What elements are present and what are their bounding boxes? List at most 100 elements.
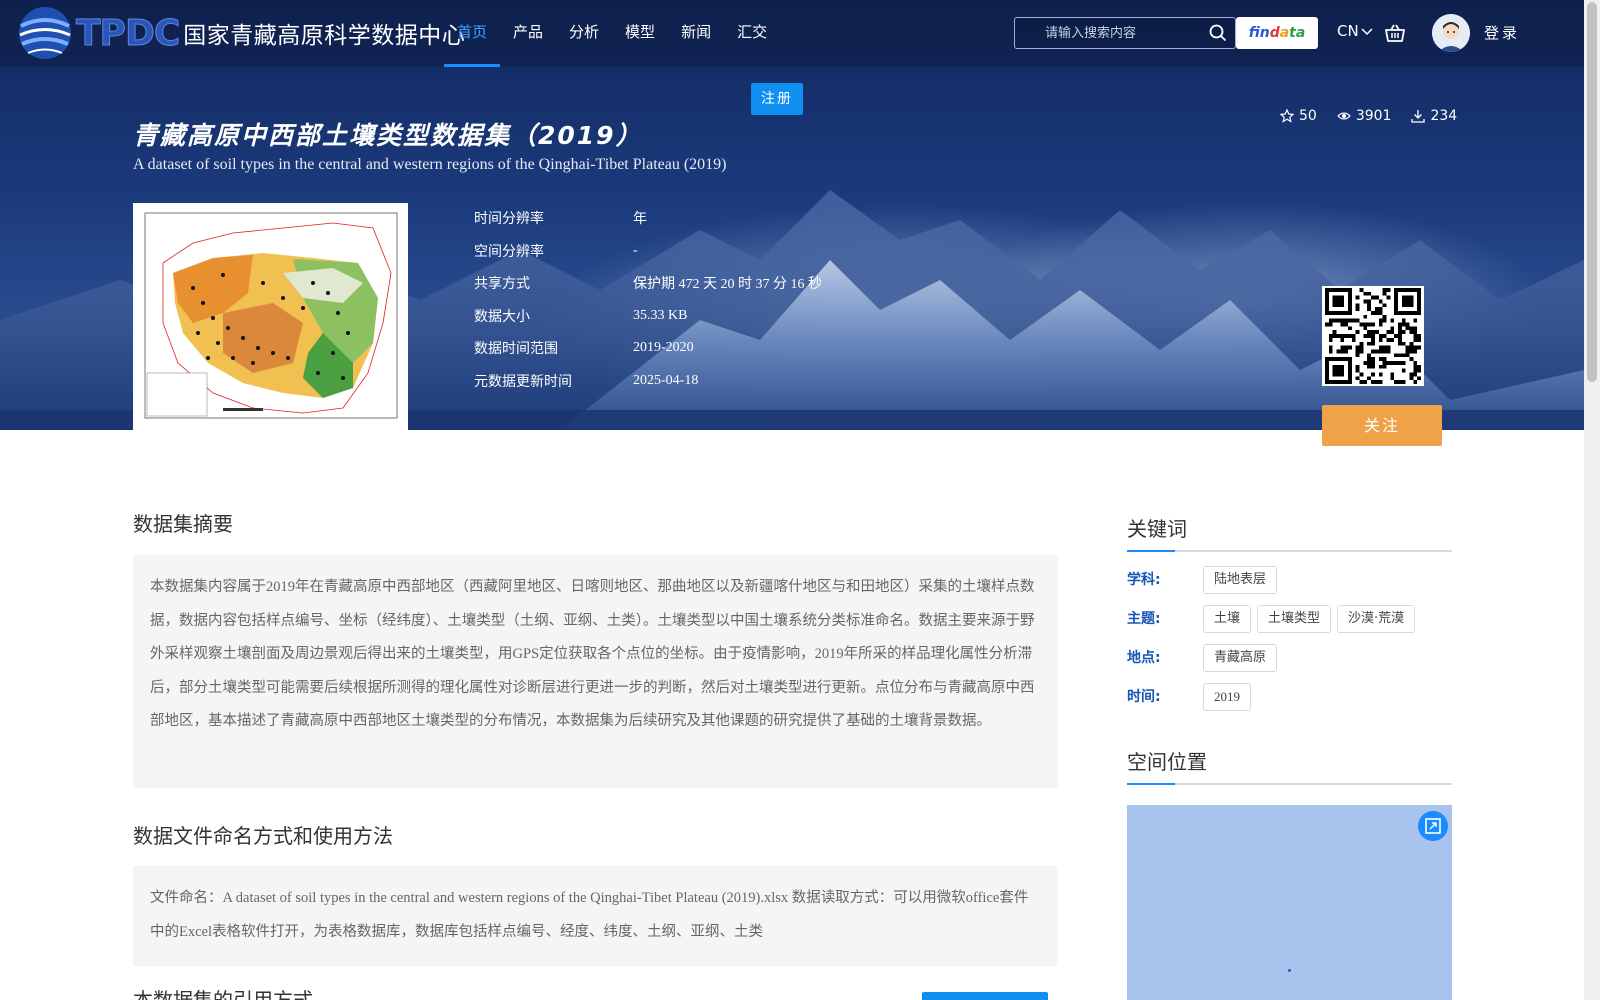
site-logo[interactable]: TPDC 国家青藏高原科学数据中心 <box>16 4 465 62</box>
dataset-stats: 50 3901 234 <box>1280 108 1457 124</box>
keyword-group-place: 地点: 青藏高原 <box>1127 644 1452 672</box>
meta-label: 空间分辨率 <box>474 243 544 260</box>
keyword-tag[interactable]: 沙漠·荒漠 <box>1337 605 1416 633</box>
nav-home[interactable]: 首页 <box>444 0 501 67</box>
meta-row-data-size: 数据大小 35.33 KB <box>474 300 822 333</box>
naming-text: 文件命名：A dataset of soil types in the cent… <box>150 890 1029 940</box>
keyword-group-theme: 主题: 土壤 土壤类型 沙漠·荒漠 <box>1127 605 1452 633</box>
meta-label: 元数据更新时间 <box>474 373 572 390</box>
globe-logo-icon <box>19 7 71 59</box>
keyword-tag[interactable]: 陆地表层 <box>1203 566 1278 594</box>
meta-value: 保护期 472 天 20 时 37 分 16 秒 <box>633 277 822 293</box>
keyword-tags: 青藏高原 <box>1203 644 1278 672</box>
meta-value: 年 <box>633 212 647 228</box>
keyword-tag[interactable]: 青藏高原 <box>1203 644 1278 672</box>
keyword-tags: 陆地表层 <box>1203 566 1278 594</box>
qr-code <box>1322 286 1424 386</box>
findata-part-4: ta <box>1289 25 1306 41</box>
scrollbar-thumb[interactable] <box>1587 2 1597 382</box>
meta-label: 数据大小 <box>474 308 530 325</box>
keyword-tags: 土壤 土壤类型 沙漠·荒漠 <box>1203 605 1416 633</box>
page-scrollbar[interactable] <box>1584 0 1600 1000</box>
keyword-tag[interactable]: 土壤 <box>1203 605 1252 633</box>
follow-button[interactable]: 关注 <box>1322 405 1442 446</box>
summary-panel: 本数据集内容属于2019年在青藏高原中西部地区（西藏阿里地区、日喀则地区、那曲地… <box>133 555 1058 788</box>
stars-count: 50 <box>1299 108 1317 124</box>
user-avatar-icon <box>1432 14 1470 52</box>
basket-icon[interactable] <box>1384 22 1406 44</box>
summary-text: 本数据集内容属于2019年在青藏高原中西部地区（西藏阿里地区、日喀则地区、那曲地… <box>150 579 1035 729</box>
logo-site-name: 国家青藏高原科学数据中心 <box>183 23 466 49</box>
naming-title: 数据文件命名方式和使用方法 <box>133 824 393 848</box>
soil-map-thumbnail <box>133 203 408 431</box>
keyword-tag[interactable]: 2019 <box>1203 683 1251 711</box>
meta-row-time-resolution: 时间分辨率 年 <box>474 202 822 235</box>
findata-part-1: fin <box>1248 25 1270 41</box>
location-marker <box>1288 969 1291 972</box>
keyword-group-label: 时间: <box>1127 689 1161 705</box>
keyword-group-label: 地点: <box>1127 650 1161 666</box>
citation-section-title: 本数据集的引用方式 <box>133 990 313 1000</box>
meta-label: 共享方式 <box>474 276 530 293</box>
search-icon[interactable] <box>1209 24 1227 42</box>
findata-button[interactable]: findata <box>1236 17 1318 49</box>
stat-views: 3901 <box>1336 108 1392 124</box>
downloads-count: 234 <box>1430 108 1458 124</box>
expand-map-button[interactable] <box>1418 811 1448 841</box>
download-icon <box>1411 110 1426 123</box>
keyword-tags: 2019 <box>1203 683 1251 711</box>
meta-label: 时间分辨率 <box>474 211 544 228</box>
views-count: 3901 <box>1355 108 1392 124</box>
location-panel: 空间位置 <box>1127 746 1452 785</box>
meta-row-sharing: 共享方式 保护期 472 天 20 时 37 分 16 秒 <box>474 267 822 300</box>
meta-value: 2019-2020 <box>633 340 694 356</box>
nav-products[interactable]: 产品 <box>500 0 556 67</box>
search-input[interactable] <box>1015 18 1195 48</box>
user-avatar[interactable] <box>1432 14 1470 52</box>
location-title: 空间位置 <box>1127 746 1452 785</box>
stat-stars[interactable]: 50 <box>1280 108 1317 124</box>
language-label: CN <box>1337 22 1359 40</box>
keyword-tag[interactable]: 土壤类型 <box>1257 605 1332 633</box>
main-nav: 首页 产品 分析 模型 新闻 汇交 <box>444 0 780 67</box>
qr-code-icon <box>1325 288 1421 384</box>
meta-value: 35.33 KB <box>633 307 688 323</box>
findata-part-3: a <box>1279 25 1290 41</box>
chevron-down-icon <box>1361 28 1373 36</box>
search-box <box>1014 17 1236 49</box>
citation-button[interactable] <box>922 992 1048 1000</box>
keyword-group-discipline: 学科: 陆地表层 <box>1127 566 1452 594</box>
nav-analysis[interactable]: 分析 <box>556 0 612 67</box>
nav-news[interactable]: 新闻 <box>668 0 724 67</box>
meta-label: 数据时间范围 <box>474 341 558 358</box>
expand-icon <box>1425 818 1441 834</box>
meta-row-updated: 元数据更新时间 2025-04-18 <box>474 365 822 398</box>
language-selector[interactable]: CN <box>1337 22 1373 40</box>
keyword-group-label: 学科: <box>1127 572 1161 588</box>
top-navigation-bar: TPDC 国家青藏高原科学数据中心 首页 产品 分析 模型 新闻 汇交 find… <box>0 0 1584 67</box>
nav-submit[interactable]: 汇交 <box>724 0 780 67</box>
meta-value: - <box>633 242 638 258</box>
findata-part-2: d <box>1269 25 1280 41</box>
dataset-thumbnail[interactable] <box>133 203 408 431</box>
stat-downloads: 234 <box>1411 108 1457 124</box>
logo-abbreviation: TPDC <box>75 12 180 54</box>
location-map[interactable] <box>1127 805 1452 1000</box>
meta-row-spatial-resolution: 空间分辨率 - <box>474 235 822 268</box>
register-button[interactable]: 注册 <box>751 83 803 115</box>
naming-panel: 文件命名：A dataset of soil types in the cent… <box>133 866 1058 966</box>
meta-row-time-range: 数据时间范围 2019-2020 <box>474 332 822 365</box>
dataset-metadata: 时间分辨率 年 空间分辨率 - 共享方式 保护期 472 天 20 时 37 分… <box>474 202 822 397</box>
dataset-title-cn: 青藏高原中西部土壤类型数据集（2019） <box>133 121 643 150</box>
keywords-panel: 关键词 学科: 陆地表层 主题: 土壤 土壤类型 沙漠·荒漠 地点: 青藏高原 … <box>1127 513 1452 711</box>
star-icon <box>1280 109 1294 123</box>
dataset-title-en: A dataset of soil types in the central a… <box>133 156 727 173</box>
meta-value: 2025-04-18 <box>633 372 699 388</box>
eye-icon <box>1336 112 1351 120</box>
keyword-group-time: 时间: 2019 <box>1127 683 1452 711</box>
login-link[interactable]: 登录 <box>1484 22 1520 43</box>
keywords-title: 关键词 <box>1127 513 1452 552</box>
nav-models[interactable]: 模型 <box>612 0 668 67</box>
summary-title: 数据集摘要 <box>133 512 233 536</box>
keyword-group-label: 主题: <box>1127 611 1161 627</box>
